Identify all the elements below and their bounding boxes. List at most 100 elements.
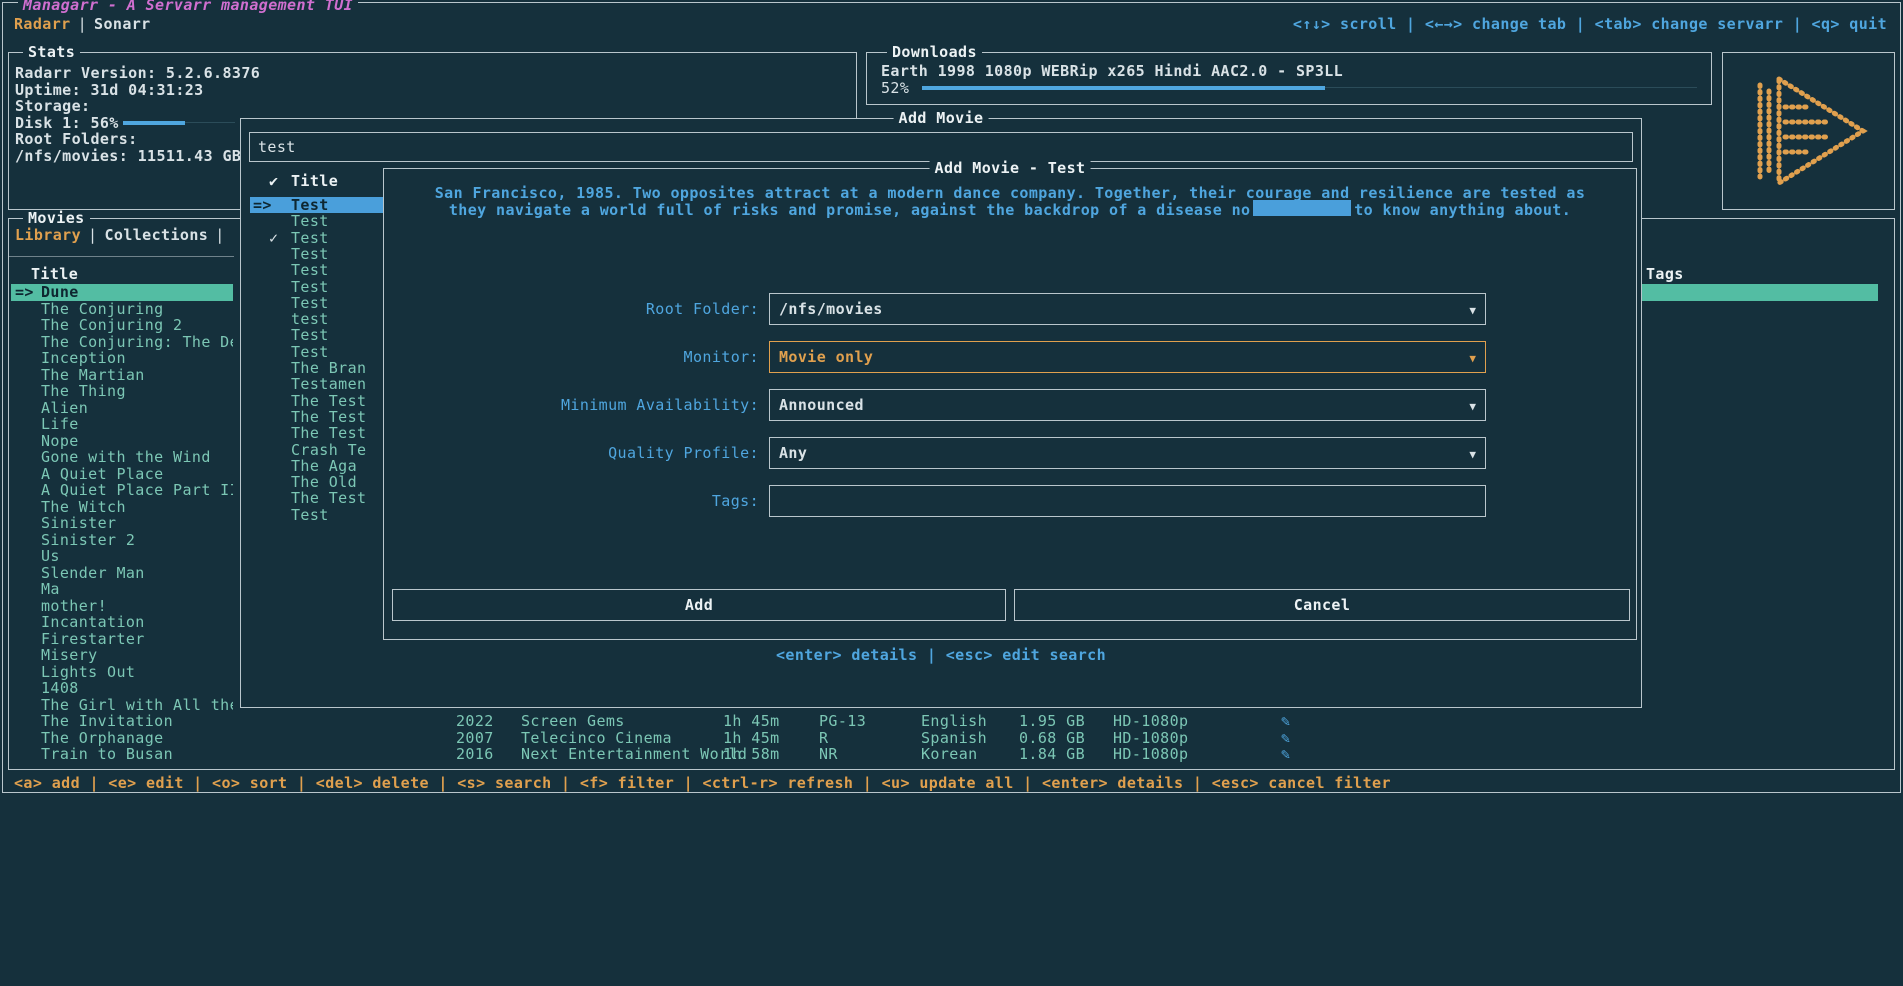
result-title: The Aga <box>291 458 357 474</box>
result-check-icon: ✓ <box>269 230 291 246</box>
radarr-version-line: Radarr Version: 5.2.6.8376 <box>15 65 850 82</box>
movie-year: 2007 <box>456 730 494 747</box>
uptime-line: Uptime: 31d 04:31:23 <box>15 82 850 99</box>
footer-keybinds: <a> add | <e> edit | <o> sort | <del> de… <box>14 775 1391 792</box>
movie-studio: Next Entertainment World <box>521 746 747 763</box>
cancel-button[interactable]: Cancel <box>1014 589 1630 621</box>
movie-runtime: 1h 45m <box>723 730 780 747</box>
movie-year: 2022 <box>456 713 494 730</box>
result-title: Testamen <box>291 376 366 392</box>
quality-profile-select[interactable]: Any ▼ <box>769 437 1486 469</box>
result-title: Test <box>291 344 329 360</box>
add-movie-modal-title: Add Movie - Test <box>930 160 1091 177</box>
result-title: The Bran <box>291 360 366 376</box>
movie-studio: Telecinco Cinema <box>521 730 672 747</box>
downloads-panel: Downloads Earth 1998 1080p WEBRip x265 H… <box>866 52 1712 105</box>
monitor-select[interactable]: Movie only ▼ <box>769 341 1486 373</box>
movie-detail-row[interactable]: 2022 Screen Gems 1h 45m PG-13 English 1.… <box>9 713 1894 730</box>
result-title: Test <box>291 279 329 295</box>
root-folder-value: /nfs/movies <box>779 300 883 318</box>
chevron-down-icon: ▼ <box>1469 351 1476 368</box>
movie-detail-row[interactable]: 2007 Telecinco Cinema 1h 45m R Spanish 0… <box>9 730 1894 747</box>
movie-overview: San Francisco, 1985. Two opposites attra… <box>384 185 1636 218</box>
result-title: Test <box>291 246 329 262</box>
movie-detail-row[interactable]: 2016 Next Entertainment World 1h 58m NR … <box>9 746 1894 763</box>
movie-certification: R <box>819 730 828 747</box>
quality-profile-value: Any <box>779 444 807 462</box>
result-title: The Test <box>291 425 366 441</box>
downloads-panel-title: Downloads <box>887 44 982 61</box>
result-title: Test <box>291 327 329 343</box>
add-movie-modal: Add Movie - Test San Francisco, 1985. Tw… <box>383 168 1637 640</box>
chevron-down-icon: ▼ <box>1469 447 1476 464</box>
movie-year: 2016 <box>456 746 494 763</box>
movie-quality-profile: HD-1080p <box>1113 730 1188 747</box>
movie-runtime: 1h 45m <box>723 713 780 730</box>
movie-overview-line1: San Francisco, 1985. Two opposites attra… <box>384 185 1636 202</box>
tab-radarr[interactable]: Radarr <box>14 15 71 33</box>
movie-certification: PG-13 <box>819 713 866 730</box>
movie-size: 1.84 GB <box>1019 746 1085 763</box>
header-help: <↑↓> scroll | <←→> change tab | <tab> ch… <box>1293 16 1887 33</box>
movie-language: Spanish <box>921 730 987 747</box>
monitor-value: Movie only <box>779 348 873 366</box>
download-percent-label: 52% <box>881 80 909 97</box>
monitored-icon: ✎ <box>1281 713 1290 730</box>
popup-help: <enter> details | <esc> edit search <box>241 647 1641 664</box>
result-title: The Old <box>291 474 357 490</box>
stats-panel-title: Stats <box>23 44 80 61</box>
selected-result-prefix: => <box>253 197 269 213</box>
minimum-availability-select[interactable]: Announced ▼ <box>769 389 1486 421</box>
tab-divider: | <box>78 15 87 33</box>
result-title: Test <box>291 262 329 278</box>
managarr-logo-icon <box>1723 53 1894 209</box>
monitored-icon: ✎ <box>1281 730 1290 747</box>
result-title: test <box>291 311 329 327</box>
quality-profile-row: Quality Profile: Any ▼ <box>384 437 1636 469</box>
movie-runtime: 1h 58m <box>723 746 780 763</box>
result-title: The Test <box>291 409 366 425</box>
result-title: Test <box>291 230 329 246</box>
tags-row: Tags: <box>384 485 1636 517</box>
app-title: Managarr - A Servarr management TUI <box>18 0 358 14</box>
selected-row-tags-fragment <box>1642 284 1878 301</box>
root-folder-select[interactable]: /nfs/movies ▼ <box>769 293 1486 325</box>
servarr-tabs: Radarr | Sonarr <box>14 16 151 33</box>
result-title: Crash Te <box>291 442 366 458</box>
monitor-label: Monitor: <box>384 349 759 366</box>
movie-language: Korean <box>921 746 978 763</box>
monitored-icon: ✎ <box>1281 746 1290 763</box>
movie-overview-line2: they navigate a world full of risks and … <box>384 202 1636 219</box>
movie-quality-profile: HD-1080p <box>1113 713 1188 730</box>
root-folder-label: Root Folder: <box>384 301 759 318</box>
disk-usage-label: Disk 1: 56% <box>15 114 119 132</box>
result-title: Test <box>291 213 329 229</box>
download-item[interactable]: Earth 1998 1080p WEBRip x265 Hindi AAC2.… <box>881 63 1343 80</box>
result-title: The Test <box>291 393 366 409</box>
movie-language: English <box>921 713 987 730</box>
movie-quality-profile: HD-1080p <box>1113 746 1188 763</box>
selected-row-highlight-fragment <box>1253 200 1351 216</box>
storage-label: Storage: <box>15 98 850 115</box>
tags-input[interactable] <box>769 485 1486 517</box>
download-progress-line: 52% <box>881 80 1697 97</box>
disk-usage-gauge <box>123 117 235 129</box>
quality-profile-label: Quality Profile: <box>384 445 759 462</box>
tab-sonarr[interactable]: Sonarr <box>94 15 151 33</box>
add-button[interactable]: Add <box>392 589 1006 621</box>
chevron-down-icon: ▼ <box>1469 303 1476 320</box>
movie-certification: NR <box>819 746 838 763</box>
chevron-down-icon: ▼ <box>1469 399 1476 416</box>
result-title: Test <box>291 295 329 311</box>
result-title: The Test <box>291 490 366 506</box>
movie-size: 1.95 GB <box>1019 713 1085 730</box>
movie-studio: Screen Gems <box>521 713 625 730</box>
result-title: Test <box>291 197 329 213</box>
root-folder-row: Root Folder: /nfs/movies ▼ <box>384 293 1636 325</box>
result-title: Test <box>291 507 329 523</box>
monitor-row: Monitor: Movie only ▼ <box>384 341 1636 373</box>
download-gauge <box>922 80 1697 96</box>
movie-size: 0.68 GB <box>1019 730 1085 747</box>
minimum-availability-value: Announced <box>779 396 864 414</box>
minimum-availability-label: Minimum Availability: <box>384 397 759 414</box>
